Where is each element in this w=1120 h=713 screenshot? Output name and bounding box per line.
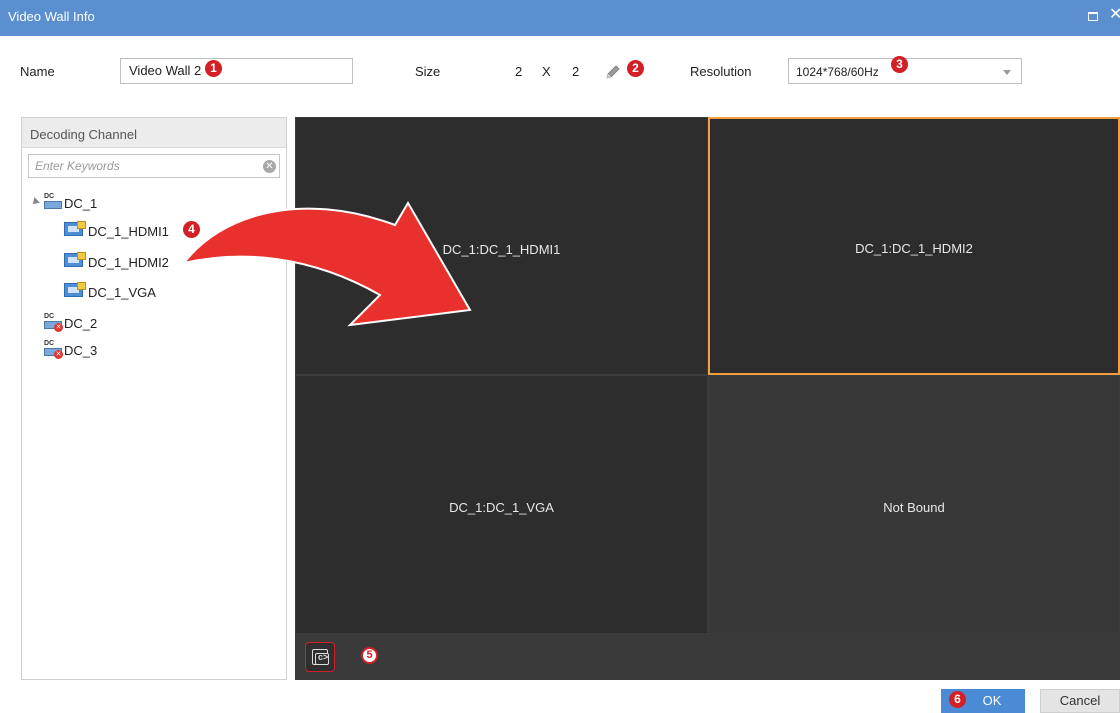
panel-title: Decoding Channel xyxy=(30,127,137,142)
size-label: Size xyxy=(415,64,441,79)
size-cols: 2 xyxy=(572,64,580,79)
wall-toolbar: c> 5 xyxy=(295,634,1120,680)
panel-header: Decoding Channel xyxy=(22,118,286,148)
keyword-search-box: ✕ xyxy=(28,154,280,178)
wall-screen-3[interactable]: DC_1:DC_1_VGA xyxy=(295,375,708,634)
screen-binding-label: DC_1:DC_1_HDMI2 xyxy=(855,241,973,256)
step-1-marker: 1 xyxy=(205,60,222,77)
screen-binding-label: Not Bound xyxy=(883,500,945,515)
bind-screen-button[interactable]: c> xyxy=(305,642,335,672)
channel-icon xyxy=(64,282,86,300)
dropdown-arrow-icon xyxy=(1003,70,1011,75)
tree-item-label: DC_1_HDMI2 xyxy=(88,255,169,270)
tree-item-label: DC_1_HDMI1 xyxy=(88,224,169,239)
decoder-offline-icon: DC ✕ xyxy=(44,340,63,359)
tree-item-label: DC_2 xyxy=(64,316,98,331)
wall-screen-2[interactable]: DC_1:DC_1_HDMI2 xyxy=(708,117,1120,375)
name-field[interactable]: Video Wall 2 xyxy=(120,58,353,84)
clear-search-icon[interactable]: ✕ xyxy=(263,160,276,173)
cancel-label: Cancel xyxy=(1059,693,1101,708)
tree-item-label: DC_1 xyxy=(64,196,98,211)
channel-icon xyxy=(64,252,86,270)
name-label: Name xyxy=(20,64,55,79)
tree-item-label: DC_3 xyxy=(64,343,98,358)
keyword-search-input[interactable] xyxy=(35,159,255,173)
screen-binding-label: DC_1:DC_1_VGA xyxy=(449,500,554,515)
window-title: Video Wall Info xyxy=(8,9,95,24)
maximize-icon[interactable] xyxy=(1088,12,1098,21)
wall-screen-4[interactable]: Not Bound xyxy=(708,375,1120,634)
drag-arrow-icon xyxy=(181,201,472,327)
channel-icon xyxy=(64,221,86,239)
cancel-button[interactable]: Cancel xyxy=(1040,689,1120,713)
title-bar: Video Wall Info ✕ xyxy=(0,0,1120,36)
size-separator: X xyxy=(542,64,551,79)
decoder-offline-icon: DC ✕ xyxy=(44,313,63,332)
resolution-label: Resolution xyxy=(690,64,752,79)
ok-button[interactable]: 6 OK xyxy=(941,689,1025,713)
ok-label: OK xyxy=(982,693,1002,708)
size-rows: 2 xyxy=(515,64,523,79)
tree-item-dc1[interactable]: DC DC_1 xyxy=(30,193,152,213)
name-value: Video Wall 2 xyxy=(129,63,202,78)
decoder-device-icon: DC xyxy=(44,193,64,211)
step-6-marker: 6 xyxy=(949,691,966,708)
tree-item-dc3[interactable]: DC ✕ DC_3 xyxy=(44,340,144,360)
step-2-marker: 2 xyxy=(627,60,644,77)
step-5-marker: 5 xyxy=(361,647,378,664)
close-icon[interactable]: ✕ xyxy=(1109,7,1120,23)
step-3-marker: 3 xyxy=(891,56,908,73)
tree-item-label: DC_1_VGA xyxy=(88,285,156,300)
collapse-arrow-icon[interactable] xyxy=(30,197,40,207)
resolution-value: 1024*768/60Hz xyxy=(796,65,879,79)
tree-item-dc2[interactable]: DC ✕ DC_2 xyxy=(44,313,144,333)
edit-size-pencil-icon[interactable] xyxy=(604,63,622,81)
